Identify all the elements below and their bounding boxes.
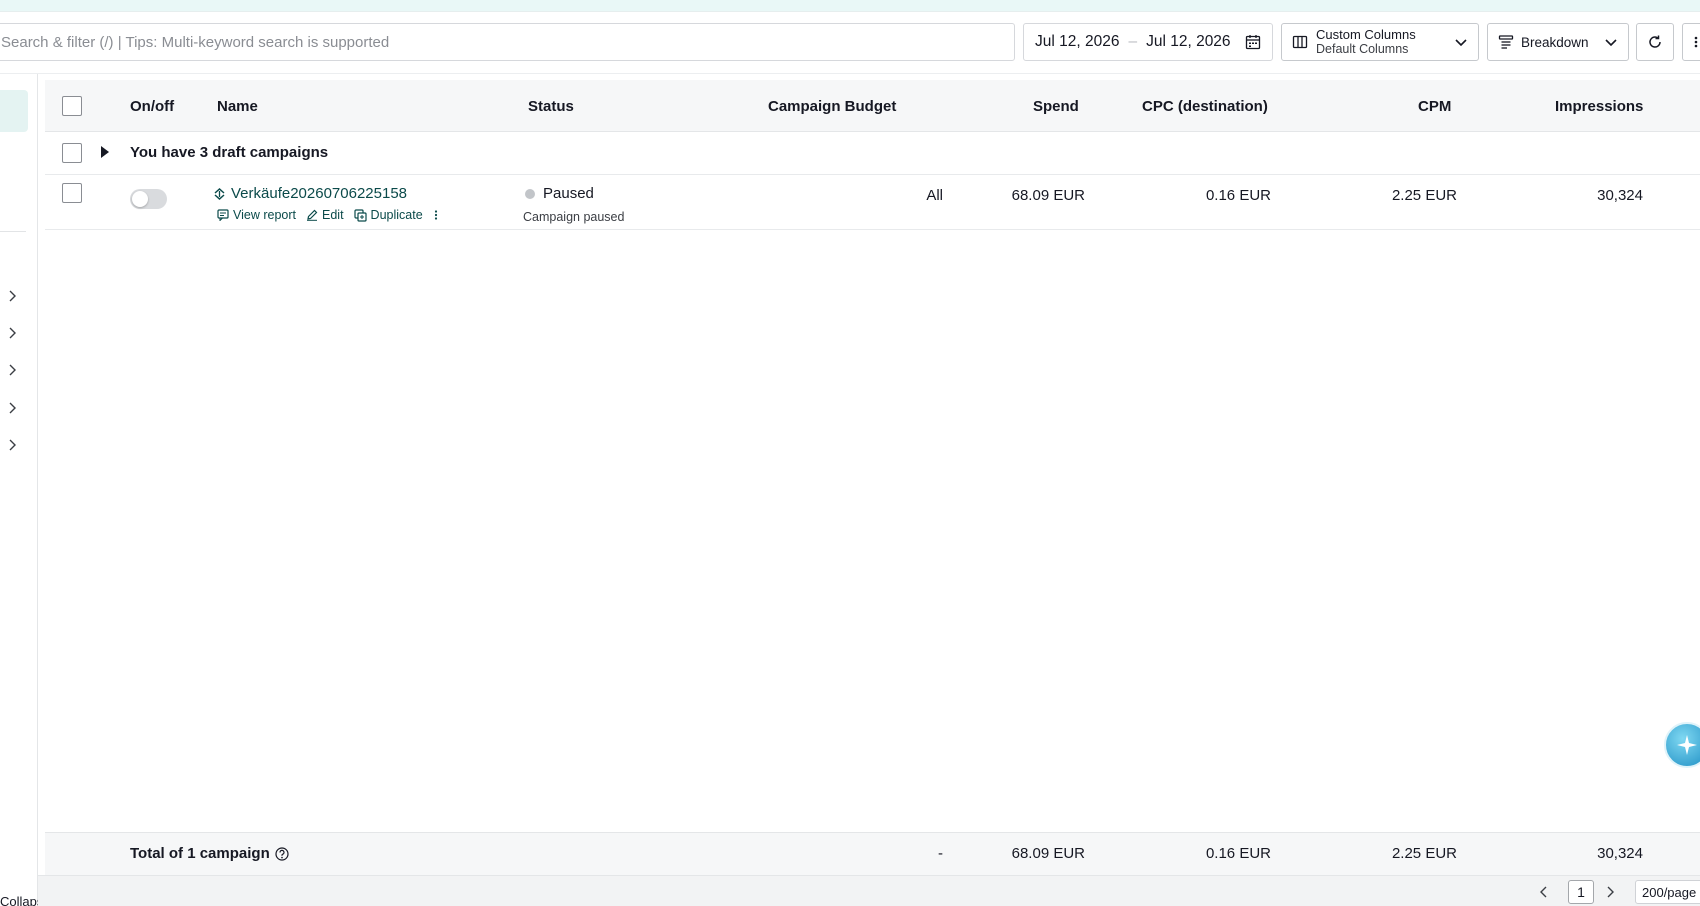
- expand-triangle-icon[interactable]: [101, 146, 109, 158]
- report-icon: [217, 209, 229, 221]
- calendar-icon: [1245, 35, 1261, 50]
- status-detail: Campaign paused: [523, 210, 625, 224]
- top-banner-strip: [0, 0, 1700, 12]
- breakdown-label: Breakdown: [1521, 34, 1589, 50]
- toolbar: Search & filter (/) | Tips: Multi-keywor…: [0, 12, 1700, 74]
- sidebar: Collapse: [0, 74, 51, 906]
- header-cpc[interactable]: CPC (destination): [1142, 98, 1268, 115]
- chevron-right-icon[interactable]: [1604, 885, 1616, 899]
- header-impressions[interactable]: Impressions: [1555, 98, 1643, 115]
- chevron-down-icon: [1455, 39, 1467, 47]
- sparkle-icon: [1677, 735, 1697, 755]
- table-footer-totals: Total of 1 campaign - 68.09 EUR 0.16 EUR…: [45, 832, 1700, 875]
- total-label: Total of 1 campaign: [130, 845, 270, 862]
- duplicate-button[interactable]: Duplicate: [353, 208, 423, 222]
- more-icon: [434, 210, 437, 220]
- sidebar-item-active[interactable]: [0, 90, 28, 132]
- draft-campaigns-row[interactable]: You have 3 draft campaigns: [45, 132, 1700, 175]
- header-name[interactable]: Name: [217, 98, 258, 115]
- row-more-button[interactable]: [433, 209, 443, 221]
- chevron-left-icon[interactable]: [1538, 885, 1550, 899]
- refresh-icon: [1649, 35, 1661, 48]
- table-row: Verkäufe20260706225158 View report Edit …: [45, 175, 1700, 230]
- pencil-icon: [307, 209, 318, 221]
- row-actions: View report Edit Duplicate: [217, 208, 453, 222]
- campaign-name: Verkäufe20260706225158: [231, 185, 408, 202]
- date-start: Jul 12, 2026: [1035, 33, 1120, 50]
- total-spend: 68.09 EUR: [1011, 845, 1085, 862]
- total-label-group: Total of 1 campaign: [130, 845, 289, 862]
- chevron-right-icon[interactable]: [6, 400, 18, 416]
- table-header: On/off Name Status Campaign Budget Spend…: [45, 80, 1700, 132]
- total-cpm: 2.25 EUR: [1391, 845, 1457, 862]
- cell-cpc: 0.16 EUR: [1205, 187, 1271, 204]
- header-cpm[interactable]: CPM: [1418, 98, 1451, 115]
- campaign-objective-icon: [214, 187, 225, 200]
- chevron-right-icon[interactable]: [6, 325, 18, 341]
- header-spend[interactable]: Spend: [1033, 98, 1079, 115]
- status-badge: Paused: [525, 185, 594, 202]
- toggle-knob: [132, 191, 148, 207]
- view-report-label: View report: [233, 208, 296, 222]
- breakdown-icon: [1498, 35, 1514, 49]
- header-campaign-budget[interactable]: Campaign Budget: [768, 98, 896, 115]
- chevron-right-icon[interactable]: [6, 362, 18, 378]
- date-end: Jul 12, 2026: [1146, 33, 1231, 50]
- search-placeholder: Search & filter (/) | Tips: Multi-keywor…: [1, 33, 390, 51]
- status-text: Paused: [543, 185, 594, 202]
- draft-row-checkbox[interactable]: [62, 143, 82, 163]
- status-dot: [525, 188, 535, 199]
- campaign-name-link[interactable]: Verkäufe20260706225158: [213, 185, 407, 202]
- page-number-current[interactable]: 1: [1568, 880, 1594, 904]
- edit-label: Edit: [322, 208, 344, 222]
- duplicate-label: Duplicate: [370, 208, 423, 222]
- total-cpc: 0.16 EUR: [1205, 845, 1271, 862]
- cell-spend: 68.09 EUR: [1011, 187, 1085, 204]
- header-status[interactable]: Status: [528, 98, 574, 115]
- columns-label: Custom Columns: [1316, 27, 1416, 42]
- date-range-picker[interactable]: Jul 12, 2026 – Jul 12, 2026: [1023, 23, 1273, 61]
- draft-campaigns-label: You have 3 draft campaigns: [130, 144, 329, 161]
- total-budget: -: [938, 845, 943, 862]
- breakdown-dropdown[interactable]: Breakdown: [1487, 23, 1629, 61]
- page-number: 1: [1577, 884, 1585, 900]
- per-page-select[interactable]: 200/page: [1635, 880, 1700, 904]
- pagination: 1 200/page: [38, 875, 1700, 906]
- row-checkbox[interactable]: [62, 183, 82, 203]
- help-icon[interactable]: [275, 846, 289, 861]
- date-separator: –: [1128, 33, 1138, 50]
- per-page-value: 200/page: [1642, 884, 1697, 900]
- chevron-right-icon[interactable]: [6, 437, 18, 453]
- campaign-table: On/off Name Status Campaign Budget Spend…: [45, 80, 1700, 906]
- columns-value: Default Columns: [1316, 42, 1409, 56]
- edit-button[interactable]: Edit: [306, 208, 344, 222]
- chevron-down-icon: [1605, 39, 1617, 47]
- chevron-right-icon[interactable]: [6, 288, 18, 304]
- cell-impressions: 30,324: [1597, 187, 1643, 204]
- select-all-checkbox[interactable]: [62, 96, 82, 116]
- cell-budget: All: [926, 187, 943, 204]
- total-impressions: 30,324: [1597, 845, 1643, 862]
- sidebar-divider: [0, 231, 26, 232]
- campaign-toggle[interactable]: [130, 189, 167, 209]
- header-onoff: On/off: [130, 98, 175, 115]
- duplicate-icon: [353, 208, 367, 222]
- custom-columns-dropdown[interactable]: Custom Columns Default Columns: [1281, 23, 1479, 61]
- refresh-button[interactable]: [1636, 23, 1674, 61]
- search-input[interactable]: Search & filter (/) | Tips: Multi-keywor…: [0, 23, 1015, 61]
- view-report-button[interactable]: View report: [217, 208, 296, 222]
- more-options-button[interactable]: [1682, 23, 1700, 61]
- columns-icon: [1292, 35, 1308, 49]
- cell-cpm: 2.25 EUR: [1391, 187, 1457, 204]
- more-icon: [1694, 36, 1698, 48]
